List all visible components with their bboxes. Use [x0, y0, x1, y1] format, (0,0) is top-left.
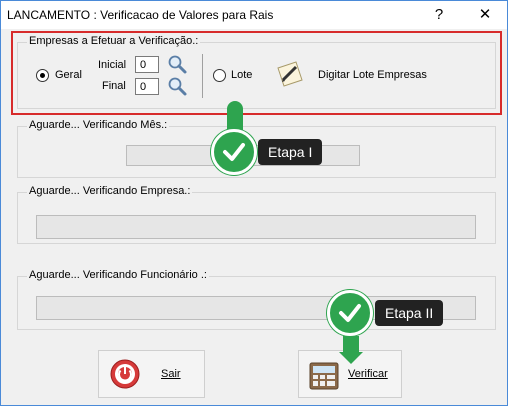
lote-radio[interactable] — [213, 69, 226, 82]
geral-label[interactable]: Geral — [55, 69, 82, 81]
funcionario-legend: Aguarde... Verificando Funcionário .: — [27, 269, 209, 281]
etapa-1-label: Etapa I — [258, 139, 323, 165]
verificar-label: Verificar — [348, 368, 388, 380]
digitar-lote-link[interactable]: Digitar Lote Empresas — [318, 69, 427, 81]
window-title: LANCAMENTO : Verificacao de Valores para… — [7, 8, 274, 22]
empresa-progress-bar — [36, 215, 476, 239]
help-button[interactable]: ? — [417, 2, 461, 28]
mes-legend: Aguarde... Verificando Mês.: — [27, 119, 170, 131]
etapa-2-pointer-stem — [343, 336, 359, 352]
etapa-2-pointer-arrow — [339, 352, 363, 364]
geral-radio[interactable] — [36, 69, 49, 82]
checkmark-icon — [211, 129, 257, 175]
empresa-legend: Aguarde... Verificando Empresa.: — [27, 185, 193, 197]
group-separator — [202, 54, 203, 98]
magnifier-icon[interactable] — [167, 76, 189, 101]
etapa-1-pointer — [227, 101, 243, 131]
final-input[interactable]: 0 — [135, 78, 159, 95]
power-icon — [109, 358, 141, 393]
pencil-notepad-icon[interactable] — [274, 58, 306, 93]
inicial-input[interactable]: 0 — [135, 56, 159, 73]
title-bar: LANCAMENTO : Verificacao de Valores para… — [1, 1, 507, 29]
checkmark-icon — [327, 290, 373, 336]
close-button[interactable]: ✕ — [463, 2, 507, 28]
empresas-legend: Empresas a Efetuar a Verificação.: — [27, 35, 201, 47]
etapa-2-label: Etapa II — [375, 300, 444, 326]
sair-label: Sair — [161, 368, 181, 380]
lote-label[interactable]: Lote — [231, 69, 252, 81]
final-label: Final — [102, 80, 126, 92]
calculator-icon — [308, 360, 340, 395]
sair-button[interactable]: Sair — [98, 350, 205, 398]
inicial-label: Inicial — [98, 59, 127, 71]
